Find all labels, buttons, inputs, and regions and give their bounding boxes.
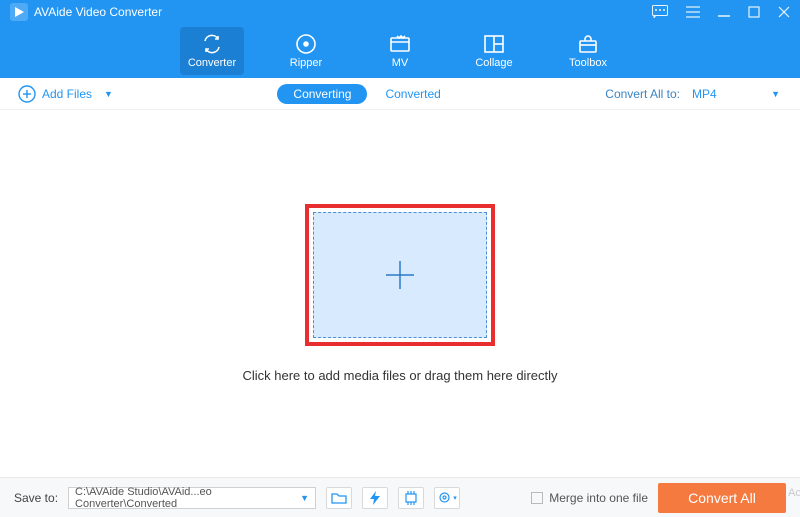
menu-icon[interactable] [686, 6, 700, 18]
tab-label: Ripper [290, 57, 322, 69]
titlebar: AVAide Video Converter [0, 0, 800, 23]
tab-label: Toolbox [569, 57, 607, 69]
add-files-button[interactable]: Add Files ▼ [18, 85, 113, 103]
drop-hint: Click here to add media files or drag th… [242, 368, 557, 383]
checkbox-icon [531, 492, 543, 504]
app-title: AVAide Video Converter [34, 5, 162, 19]
high-speed-button[interactable] [398, 487, 424, 509]
merge-checkbox[interactable]: Merge into one file [531, 491, 648, 505]
chevron-down-icon: ▾ [453, 494, 457, 502]
tab-collage[interactable]: Collage [462, 27, 526, 75]
gear-icon [437, 490, 452, 505]
output-format-select[interactable]: MP4 ▼ [690, 87, 782, 101]
tab-label: MV [392, 57, 409, 69]
settings-button[interactable]: ▾ [434, 487, 460, 509]
plus-circle-icon [18, 85, 36, 103]
save-to-label: Save to: [14, 491, 58, 505]
save-path-select[interactable]: C:\AVAide Studio\AVAid...eo Converter\Co… [68, 487, 316, 509]
window-controls [652, 5, 790, 18]
tab-ripper[interactable]: Ripper [274, 27, 338, 75]
save-path-value: C:\AVAide Studio\AVAid...eo Converter\Co… [75, 486, 300, 510]
convert-to-label: Convert All to: [605, 87, 680, 101]
bolt-icon [370, 491, 380, 505]
format-value: MP4 [692, 87, 717, 101]
mode-converting[interactable]: Converting [277, 84, 367, 104]
dropzone-highlight [305, 204, 495, 346]
mode-group: Converting Converted [277, 84, 440, 104]
chevron-down-icon: ▼ [104, 89, 113, 99]
minimize-icon[interactable] [718, 6, 730, 18]
tab-label: Converter [188, 57, 236, 69]
convert-all-to: Convert All to: MP4 ▼ [605, 87, 782, 101]
subbar: Add Files ▼ Converting Converted Convert… [0, 78, 800, 110]
maximize-icon[interactable] [748, 6, 760, 18]
tab-mv[interactable]: MV [368, 27, 432, 75]
chevron-down-icon: ▼ [300, 493, 309, 503]
close-icon[interactable] [778, 6, 790, 18]
titlebar-left: AVAide Video Converter [10, 3, 162, 21]
main-area: Click here to add media files or drag th… [0, 110, 800, 477]
add-files-label: Add Files [42, 87, 92, 101]
tab-label: Collage [475, 57, 512, 69]
mode-converted[interactable]: Converted [385, 87, 440, 101]
plus-icon [380, 255, 420, 295]
dropzone[interactable] [313, 212, 487, 338]
main-tabs: Converter Ripper MV Collage Toolbox [0, 23, 800, 78]
feedback-icon[interactable] [652, 5, 668, 18]
hw-accel-button[interactable] [362, 487, 388, 509]
chevron-down-icon: ▼ [771, 89, 780, 99]
open-folder-button[interactable] [326, 487, 352, 509]
convert-all-button[interactable]: Convert All [658, 483, 786, 513]
footer: Save to: C:\AVAide Studio\AVAid...eo Con… [0, 477, 800, 517]
merge-label: Merge into one file [549, 491, 648, 505]
app-logo-icon [10, 3, 28, 21]
folder-icon [331, 491, 347, 504]
tab-toolbox[interactable]: Toolbox [556, 27, 620, 75]
watermark: Act [788, 487, 800, 499]
tab-converter[interactable]: Converter [180, 27, 244, 75]
chip-icon [403, 491, 419, 505]
